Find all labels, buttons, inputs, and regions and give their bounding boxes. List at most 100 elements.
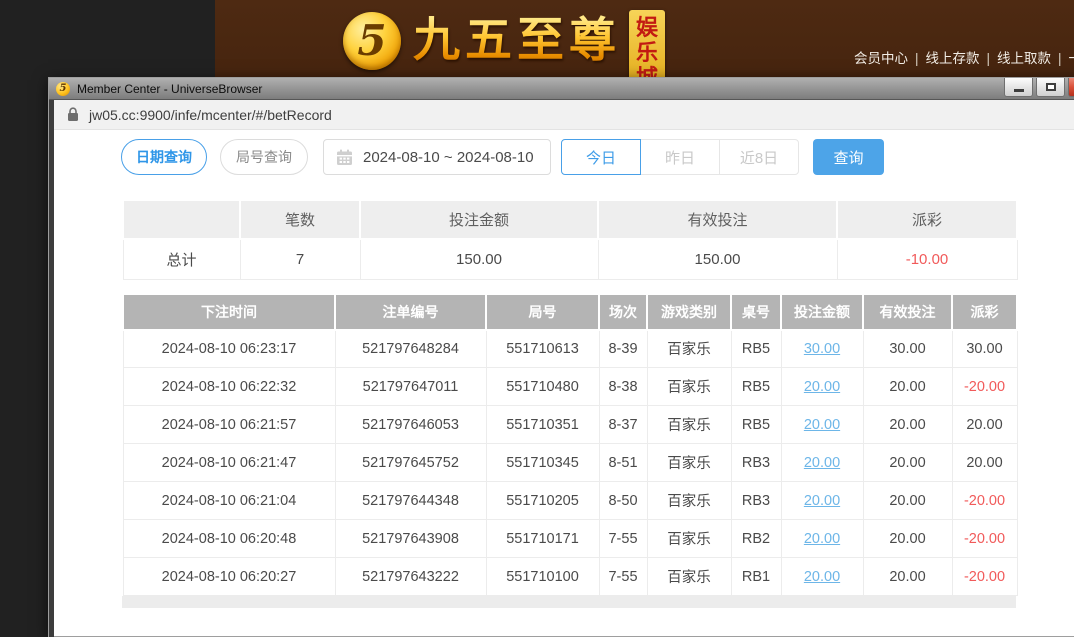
cell-valid-bet: 20.00 bbox=[863, 368, 952, 406]
col-session: 场次 bbox=[599, 294, 647, 330]
cell-bet-time: 2024-08-10 06:21:47 bbox=[123, 444, 335, 482]
summary-total-payout: -10.00 bbox=[837, 239, 1017, 279]
window-titlebar[interactable]: 5 Member Center - UniverseBrowser ✕ bbox=[49, 78, 1074, 100]
cell-bet-time: 2024-08-10 06:21:57 bbox=[123, 406, 335, 444]
brand-5-icon: 5 bbox=[343, 12, 401, 70]
window-controls: ✕ bbox=[1001, 78, 1074, 97]
cell-session: 8-51 bbox=[599, 444, 647, 482]
cell-game-type: 百家乐 bbox=[647, 520, 731, 558]
bet-amount-link[interactable]: 20.00 bbox=[804, 417, 840, 433]
cell-bet-amount: 30.00 bbox=[781, 330, 863, 368]
search-button[interactable]: 查询 bbox=[813, 139, 884, 175]
nav-link-withdraw[interactable]: 线上取款 bbox=[997, 51, 1051, 66]
summary-header-valid-bet: 有效投注 bbox=[598, 200, 837, 239]
cell-valid-bet: 20.00 bbox=[863, 520, 952, 558]
record-row: 2024-08-10 06:21:57 521797646053 5517103… bbox=[123, 406, 1017, 444]
url-text[interactable]: jw05.cc:9900/infe/mcenter/#/betRecord bbox=[89, 107, 332, 123]
maximize-button[interactable] bbox=[1036, 78, 1065, 97]
cell-bet-time: 2024-08-10 06:21:04 bbox=[123, 482, 335, 520]
cell-payout: 20.00 bbox=[952, 406, 1017, 444]
record-row: 2024-08-10 06:23:17 521797648284 5517106… bbox=[123, 330, 1017, 368]
date-query-tab[interactable]: 日期查询 bbox=[121, 139, 207, 175]
summary-header-bet-amount: 投注金额 bbox=[360, 200, 598, 239]
bet-amount-link[interactable]: 20.00 bbox=[804, 455, 840, 471]
favicon-5-icon: 5 bbox=[56, 82, 70, 96]
minimize-button[interactable] bbox=[1004, 78, 1033, 97]
nav-separator: | bbox=[986, 51, 990, 66]
date-range-value: 2024-08-10 ~ 2024-08-10 bbox=[363, 149, 534, 166]
bet-amount-link[interactable]: 20.00 bbox=[804, 531, 840, 547]
cell-bet-id: 521797643222 bbox=[335, 558, 486, 596]
cell-bet-time: 2024-08-10 06:22:32 bbox=[123, 368, 335, 406]
summary-total-row: 总计 7 150.00 150.00 -10.00 bbox=[123, 239, 1017, 279]
cell-payout: -20.00 bbox=[952, 482, 1017, 520]
cell-bet-id: 521797644348 bbox=[335, 482, 486, 520]
quick-yesterday-button[interactable]: 昨日 bbox=[640, 139, 720, 175]
summary-table: 笔数 投注金额 有效投注 派彩 总计 7 150.00 150.00 -10.0… bbox=[122, 199, 1018, 280]
round-query-tab[interactable]: 局号查询 bbox=[220, 139, 308, 175]
cell-valid-bet: 20.00 bbox=[863, 406, 952, 444]
summary-total-label: 总计 bbox=[123, 239, 240, 279]
nav-link-deposit[interactable]: 线上存款 bbox=[925, 51, 979, 66]
cell-payout: -20.00 bbox=[952, 558, 1017, 596]
lock-icon bbox=[67, 107, 79, 122]
cell-bet-id: 521797643908 bbox=[335, 520, 486, 558]
summary-total-valid-bet: 150.00 bbox=[598, 239, 837, 279]
cell-payout: 20.00 bbox=[952, 444, 1017, 482]
nav-link-partial[interactable]: 一 bbox=[1069, 51, 1074, 66]
cell-session: 7-55 bbox=[599, 558, 647, 596]
brand-title: 九五至尊 bbox=[413, 14, 621, 66]
cell-game-type: 百家乐 bbox=[647, 482, 731, 520]
col-bet-amount: 投注金额 bbox=[781, 294, 863, 330]
cell-bet-amount: 20.00 bbox=[781, 444, 863, 482]
cell-game-type: 百家乐 bbox=[647, 558, 731, 596]
window-title: Member Center - UniverseBrowser bbox=[77, 82, 262, 96]
cell-valid-bet: 20.00 bbox=[863, 558, 952, 596]
col-bet-id: 注单编号 bbox=[335, 294, 486, 330]
record-row: 2024-08-10 06:22:32 521797647011 5517104… bbox=[123, 368, 1017, 406]
cell-round-id: 551710171 bbox=[486, 520, 599, 558]
bet-amount-link[interactable]: 20.00 bbox=[804, 493, 840, 509]
cell-table-no: RB3 bbox=[731, 482, 781, 520]
cell-bet-time: 2024-08-10 06:23:17 bbox=[123, 330, 335, 368]
bet-records-table: 下注时间 注单编号 局号 场次 游戏类别 桌号 投注金额 有效投注 派彩 202… bbox=[122, 293, 1018, 597]
bet-amount-link[interactable]: 30.00 bbox=[804, 341, 840, 357]
address-bar[interactable]: jw05.cc:9900/infe/mcenter/#/betRecord bbox=[54, 100, 1074, 130]
col-game-type: 游戏类别 bbox=[647, 294, 731, 330]
cell-table-no: RB3 bbox=[731, 444, 781, 482]
cell-table-no: RB5 bbox=[731, 330, 781, 368]
banner-nav: 会员中心|线上存款|线上取款|一 bbox=[854, 47, 1074, 67]
cell-round-id: 551710100 bbox=[486, 558, 599, 596]
records-header-row: 下注时间 注单编号 局号 场次 游戏类别 桌号 投注金额 有效投注 派彩 bbox=[123, 294, 1017, 330]
col-payout: 派彩 bbox=[952, 294, 1017, 330]
cell-bet-id: 521797646053 bbox=[335, 406, 486, 444]
cell-payout: -20.00 bbox=[952, 368, 1017, 406]
cell-table-no: RB2 bbox=[731, 520, 781, 558]
cell-table-no: RB1 bbox=[731, 558, 781, 596]
maximize-icon bbox=[1046, 83, 1056, 91]
col-table-no: 桌号 bbox=[731, 294, 781, 330]
cell-game-type: 百家乐 bbox=[647, 444, 731, 482]
cell-bet-time: 2024-08-10 06:20:48 bbox=[123, 520, 335, 558]
cell-bet-id: 521797648284 bbox=[335, 330, 486, 368]
bet-amount-link[interactable]: 20.00 bbox=[804, 379, 840, 395]
cell-valid-bet: 30.00 bbox=[863, 330, 952, 368]
cell-round-id: 551710480 bbox=[486, 368, 599, 406]
cell-bet-amount: 20.00 bbox=[781, 368, 863, 406]
quick-last8days-button[interactable]: 近8日 bbox=[719, 139, 799, 175]
record-row: 2024-08-10 06:21:47 521797645752 5517103… bbox=[123, 444, 1017, 482]
quick-today-button[interactable]: 今日 bbox=[561, 139, 641, 175]
cell-table-no: RB5 bbox=[731, 406, 781, 444]
bet-record-page: 日期查询 局号查询 2024-08-10 ~ 2024-08-10 今日 bbox=[54, 130, 1074, 636]
summary-header-count: 笔数 bbox=[240, 200, 360, 239]
date-range-input[interactable]: 2024-08-10 ~ 2024-08-10 bbox=[323, 139, 551, 175]
cell-bet-amount: 20.00 bbox=[781, 482, 863, 520]
close-button[interactable]: ✕ bbox=[1068, 78, 1074, 97]
cell-bet-id: 521797645752 bbox=[335, 444, 486, 482]
minimize-icon bbox=[1014, 89, 1024, 92]
cell-session: 7-55 bbox=[599, 520, 647, 558]
summary-header-payout: 派彩 bbox=[837, 200, 1017, 239]
bet-amount-link[interactable]: 20.00 bbox=[804, 569, 840, 585]
nav-link-member-center[interactable]: 会员中心 bbox=[854, 51, 908, 66]
cell-game-type: 百家乐 bbox=[647, 368, 731, 406]
